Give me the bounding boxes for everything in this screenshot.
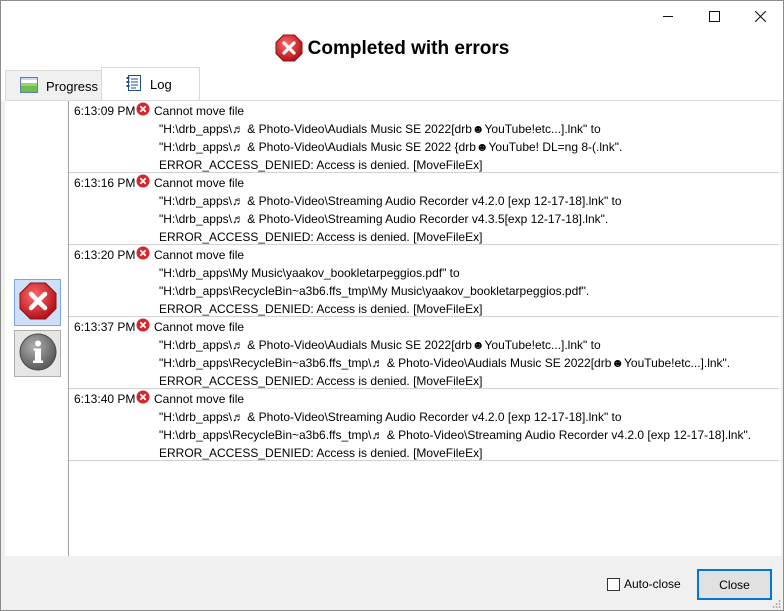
error-icon [19, 282, 57, 323]
log-time: 6:13:20 PM [74, 248, 136, 262]
log-target-path: "H:\drb_apps\♬ & Photo-Video\Streaming A… [159, 212, 609, 226]
log-entry[interactable]: 6:13:09 PM Cannot move file "H:\drb_apps… [69, 101, 779, 173]
tab-log-label: Log [150, 77, 172, 92]
log-message: Cannot move file [154, 320, 245, 334]
log-entry-header: 6:13:09 PM Cannot move file [74, 102, 779, 120]
log-source-path: "H:\drb_apps\My Music\yaakov_bookletarpe… [159, 266, 460, 280]
result-header: Completed with errors [1, 31, 783, 67]
log-entry[interactable]: 6:13:40 PM Cannot move file "H:\drb_apps… [69, 389, 779, 461]
log-message: Cannot move file [154, 248, 245, 262]
filter-info-button[interactable] [14, 330, 61, 377]
log-entry-header: 6:13:37 PM Cannot move file [74, 318, 779, 336]
autoclose-label: Auto-close [624, 577, 681, 591]
log-time: 6:13:09 PM [74, 104, 136, 118]
log-source-path: "H:\drb_apps\♬ & Photo-Video\Audials Mus… [159, 122, 601, 136]
error-icon [136, 390, 150, 409]
log-source-path: "H:\drb_apps\♬ & Photo-Video\Streaming A… [159, 410, 622, 424]
result-title: Completed with errors [307, 38, 510, 59]
log-time: 6:13:40 PM [74, 392, 136, 406]
error-icon [275, 34, 303, 65]
autoclose-toggle[interactable]: Auto-close [607, 576, 681, 592]
error-icon [136, 102, 150, 121]
close-button[interactable]: Close [697, 569, 772, 600]
tab-progress-label: Progress [46, 79, 99, 94]
log-filter-sidebar [5, 101, 69, 556]
log-target-path: "H:\drb_apps\RecycleBin~a3b6.ffs_tmp\♬ &… [159, 428, 752, 442]
log-error-code: ERROR_ACCESS_DENIED: Access is denied. [… [159, 374, 483, 388]
log-icon [126, 75, 142, 94]
autoclose-checkbox[interactable] [607, 577, 620, 591]
log-source-path: "H:\drb_apps\♬ & Photo-Video\Audials Mus… [159, 338, 601, 352]
log-message: Cannot move file [154, 104, 245, 118]
error-icon [136, 318, 150, 337]
log-panel: 6:13:09 PM Cannot move file "H:\drb_apps… [5, 101, 781, 556]
tab-bar: Progress Log [1, 67, 783, 102]
log-target-path: "H:\drb_apps\RecycleBin~a3b6.ffs_tmp\♬ &… [159, 356, 731, 370]
minimize-icon [662, 11, 674, 22]
log-message: Cannot move file [154, 176, 245, 190]
title-bar [1, 1, 783, 31]
maximize-icon [708, 10, 720, 22]
error-icon [136, 174, 150, 193]
log-error-code: ERROR_ACCESS_DENIED: Access is denied. [… [159, 446, 483, 460]
log-target-path: "H:\drb_apps\RecycleBin~a3b6.ffs_tmp\My … [159, 284, 590, 298]
log-time: 6:13:16 PM [74, 176, 136, 190]
dialog-footer: Auto-close Close [1, 556, 783, 610]
resize-grip-icon[interactable] [771, 598, 781, 608]
window-close-button[interactable] [737, 1, 783, 31]
close-icon [754, 10, 766, 22]
log-entry-header: 6:13:16 PM Cannot move file [74, 174, 779, 192]
log-entry[interactable]: 6:13:20 PM Cannot move file "H:\drb_apps… [69, 245, 779, 317]
log-target-path: "H:\drb_apps\♬ & Photo-Video\Audials Mus… [159, 140, 623, 154]
sync-result-dialog: Completed with errors Progress Log 6:13:… [0, 0, 784, 611]
chart-icon [20, 77, 38, 96]
filter-errors-button[interactable] [14, 279, 61, 326]
log-error-code: ERROR_ACCESS_DENIED: Access is denied. [… [159, 230, 483, 244]
log-source-path: "H:\drb_apps\♬ & Photo-Video\Streaming A… [159, 194, 622, 208]
minimize-button[interactable] [645, 1, 691, 31]
maximize-button[interactable] [691, 1, 737, 31]
log-message: Cannot move file [154, 392, 245, 406]
log-entry[interactable]: 6:13:37 PM Cannot move file "H:\drb_apps… [69, 317, 779, 389]
error-icon [136, 246, 150, 265]
log-entry-header: 6:13:40 PM Cannot move file [74, 390, 779, 408]
log-entry[interactable]: 6:13:16 PM Cannot move file "H:\drb_apps… [69, 173, 779, 245]
log-error-code: ERROR_ACCESS_DENIED: Access is denied. [… [159, 302, 483, 316]
log-time: 6:13:37 PM [74, 320, 136, 334]
log-list[interactable]: 6:13:09 PM Cannot move file "H:\drb_apps… [69, 101, 781, 556]
log-error-code: ERROR_ACCESS_DENIED: Access is denied. [… [159, 158, 483, 172]
tab-log[interactable]: Log [101, 67, 200, 101]
log-entry-header: 6:13:20 PM Cannot move file [74, 246, 779, 264]
info-icon [19, 333, 57, 374]
